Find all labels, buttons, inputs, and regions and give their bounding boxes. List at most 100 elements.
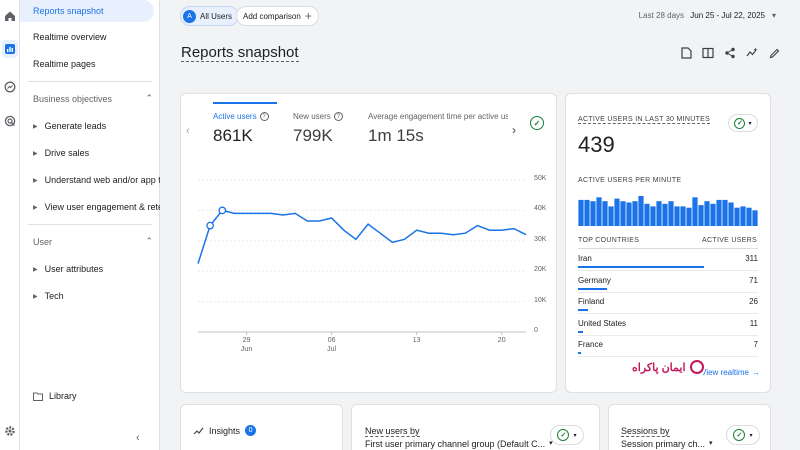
edit-pencil-icon[interactable] bbox=[766, 45, 782, 61]
minute-bar[interactable] bbox=[608, 206, 614, 226]
add-comparison-label: Add comparison bbox=[243, 11, 301, 21]
country-row[interactable]: United States 11 bbox=[578, 316, 758, 338]
minute-bar[interactable] bbox=[692, 197, 698, 226]
insights-sparkle-icon[interactable] bbox=[744, 45, 760, 61]
minute-bar[interactable] bbox=[662, 203, 668, 226]
country-share-bar bbox=[578, 287, 607, 290]
country-row[interactable]: Finland 26 bbox=[578, 294, 758, 316]
nav-library[interactable]: Library bbox=[20, 385, 160, 407]
x-tick-month: Jun bbox=[240, 346, 253, 353]
y-tick-label: 0 bbox=[534, 327, 538, 334]
country-name: Iran bbox=[578, 254, 592, 263]
data-point[interactable] bbox=[218, 206, 227, 215]
country-share-bar bbox=[578, 352, 581, 354]
realtime-quality-dropdown[interactable]: ✓ ▾ bbox=[728, 114, 758, 132]
nav-reports-snapshot[interactable]: Reports snapshot bbox=[20, 0, 154, 22]
dimension-selector[interactable]: First user primary channel group (Defaul… bbox=[365, 439, 553, 449]
view-realtime-label: View realtime bbox=[701, 368, 749, 377]
share-report-icon[interactable] bbox=[678, 45, 694, 61]
country-share-bar bbox=[578, 330, 584, 333]
country-row[interactable]: Iran 311 bbox=[578, 251, 758, 273]
country-value: 311 bbox=[745, 254, 758, 263]
sessions-card: Sessions by Session primary ch... ▾ ✓ ▾ bbox=[608, 404, 771, 450]
home-icon[interactable] bbox=[3, 9, 17, 23]
sessions-by-label: Sessions by bbox=[621, 426, 670, 437]
minute-bar[interactable] bbox=[674, 206, 680, 226]
insights-label: Insights bbox=[209, 425, 241, 436]
row-divider bbox=[578, 291, 758, 293]
dropdown-caret-icon: ▾ bbox=[573, 432, 577, 439]
collapse-nav-chevron-icon[interactable]: ‹ bbox=[136, 432, 140, 444]
share-icon[interactable] bbox=[722, 45, 738, 61]
settings-gear-icon[interactable] bbox=[3, 424, 17, 438]
new-users-quality-dropdown[interactable]: ✓ ▾ bbox=[550, 425, 584, 445]
minute-bar[interactable] bbox=[728, 202, 734, 227]
segment-chip-all-users[interactable]: A All Users bbox=[180, 6, 240, 26]
minute-bar[interactable] bbox=[590, 201, 596, 226]
nav-realtime-pages[interactable]: Realtime pages bbox=[20, 53, 160, 75]
minute-bar[interactable] bbox=[656, 201, 662, 226]
nav-section-user[interactable]: User ⌃ bbox=[33, 236, 153, 247]
minute-bar[interactable] bbox=[596, 197, 602, 226]
top-bar: A All Users Add comparison + Last 28 day… bbox=[160, 0, 800, 34]
minute-bar[interactable] bbox=[698, 205, 704, 226]
nav-tech[interactable]: ▶ Tech bbox=[20, 285, 160, 307]
minute-bar[interactable] bbox=[650, 206, 656, 226]
minute-bar[interactable] bbox=[686, 207, 692, 226]
country-row[interactable]: France 7 bbox=[578, 337, 758, 359]
minute-bar[interactable] bbox=[644, 203, 650, 226]
nav-realtime-overview[interactable]: Realtime overview bbox=[20, 26, 160, 48]
view-realtime-link[interactable]: View realtime → bbox=[701, 368, 760, 377]
minute-bar[interactable] bbox=[632, 201, 638, 226]
reports-icon[interactable] bbox=[2, 40, 18, 58]
x-tick-label: 29 Jun bbox=[237, 336, 257, 354]
minute-bar[interactable] bbox=[668, 201, 674, 226]
nav-section-label: Business objectives bbox=[33, 93, 113, 104]
minute-bar[interactable] bbox=[620, 201, 626, 226]
date-dropdown-icon[interactable]: ▾ bbox=[772, 11, 776, 20]
series-line-active-users bbox=[197, 209, 527, 264]
minute-bar[interactable] bbox=[734, 207, 740, 226]
minute-bar[interactable] bbox=[680, 206, 686, 226]
nav-section-business-objectives[interactable]: Business objectives ⌃ bbox=[33, 93, 153, 104]
country-value: 71 bbox=[749, 275, 758, 285]
add-comparison-button[interactable]: Add comparison + bbox=[236, 6, 319, 26]
y-tick-label: 10K bbox=[534, 296, 547, 304]
minute-bar[interactable] bbox=[626, 202, 632, 227]
minute-bar[interactable] bbox=[578, 199, 584, 226]
nav-generate-leads[interactable]: ▶ Generate leads bbox=[20, 115, 160, 137]
date-range-picker[interactable]: Last 28 days Jun 25 - Jul 22, 2025 bbox=[639, 11, 765, 20]
minute-bar[interactable] bbox=[722, 199, 728, 226]
dimension-label: First user primary channel group (Defaul… bbox=[365, 439, 546, 449]
explore-icon[interactable] bbox=[3, 80, 17, 94]
expand-triangle-icon: ▶ bbox=[33, 266, 38, 273]
minute-bar[interactable] bbox=[710, 203, 716, 226]
minute-bar[interactable] bbox=[638, 196, 644, 226]
minute-bar[interactable] bbox=[746, 207, 752, 226]
minute-bar[interactable] bbox=[716, 199, 722, 226]
check-circle-icon: ✓ bbox=[557, 429, 570, 441]
creator-watermark: ایمان پاکراه bbox=[632, 360, 704, 374]
nav-user-engagement[interactable]: ▶ View user engagement & rete... bbox=[20, 196, 160, 218]
advertising-icon[interactable] bbox=[3, 114, 17, 128]
arrow-right-icon: → bbox=[752, 368, 760, 377]
compare-icon[interactable] bbox=[700, 45, 716, 61]
nav-understand-web-app[interactable]: ▶ Understand web and/or app t... bbox=[20, 169, 160, 191]
nav-drive-sales[interactable]: ▶ Drive sales bbox=[20, 142, 160, 164]
minute-bar[interactable] bbox=[752, 210, 758, 226]
country-row[interactable]: Germany 71 bbox=[578, 273, 758, 295]
sessions-quality-dropdown[interactable]: ✓ ▾ bbox=[726, 425, 760, 445]
minute-bar[interactable] bbox=[602, 201, 608, 226]
data-point[interactable] bbox=[206, 221, 214, 230]
minute-bar[interactable] bbox=[614, 198, 620, 226]
minute-bar[interactable] bbox=[740, 206, 746, 226]
x-tick-month: Jul bbox=[327, 346, 337, 353]
nav-divider bbox=[28, 224, 152, 225]
y-tick-label: 30K bbox=[534, 235, 547, 243]
dropdown-caret-icon: ▾ bbox=[709, 440, 713, 447]
chevron-up-icon: ⌃ bbox=[145, 93, 153, 103]
minute-bar[interactable] bbox=[704, 201, 710, 226]
nav-user-attributes[interactable]: ▶ User attributes bbox=[20, 258, 160, 280]
dimension-selector[interactable]: Session primary ch... ▾ bbox=[621, 439, 713, 449]
minute-bar[interactable] bbox=[584, 199, 590, 226]
